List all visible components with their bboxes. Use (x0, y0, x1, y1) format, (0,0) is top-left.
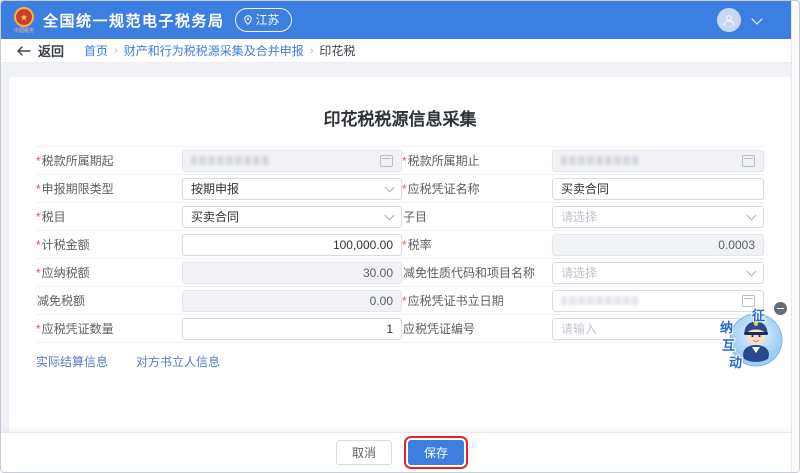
logo-caption: 中国税务 (14, 29, 34, 34)
form-card: 印花税税源信息采集 *税款所属期起 *税款所属期止 *申报期限类型 按期申报 *… (9, 77, 791, 434)
chevron-down-icon (385, 210, 395, 220)
form-row: *应税凭证数量 应税凭证编号 (36, 315, 764, 343)
breadcrumb-home[interactable]: 首页 (84, 42, 108, 59)
chevron-down-icon (747, 210, 757, 220)
tax-rate-field (552, 234, 764, 256)
field-label: 应税凭证编号 (402, 320, 552, 337)
chevron-down-icon (747, 266, 757, 276)
app-title: 全国统一规范电子税务局 (43, 10, 225, 31)
svg-text:★: ★ (20, 13, 28, 23)
field-label: *税款所属期起 (36, 152, 182, 169)
back-label: 返回 (38, 41, 64, 60)
tax-assistant-widget[interactable]: 征 纳 互 动 (715, 301, 787, 371)
field-label: *税款所属期止 (402, 152, 552, 169)
field-label: 子目 (402, 208, 552, 225)
field-label: *税率 (402, 236, 552, 253)
counterparty-info-link[interactable]: 对方书立人信息 (136, 353, 220, 370)
taxable-amount-input[interactable] (182, 234, 402, 256)
minus-icon (777, 308, 784, 310)
cancel-button[interactable]: 取消 (336, 440, 392, 465)
national-emblem-logo: ★ 中国税务 (13, 6, 35, 34)
settlement-info-link[interactable]: 实际结算信息 (36, 353, 108, 370)
field-label: *申报期限类型 (36, 180, 182, 197)
tax-period-start-field (182, 150, 402, 172)
redacted-value (561, 296, 639, 305)
person-icon (721, 12, 737, 28)
field-label: *计税金额 (36, 236, 182, 253)
save-button[interactable]: 保存 (408, 440, 464, 465)
redacted-value (561, 156, 639, 165)
redacted-value (191, 156, 269, 165)
region-label: 江苏 (256, 11, 280, 28)
form-row: *应纳税额 减免性质代码和项目名称 请选择 (36, 259, 764, 287)
section-links: 实际结算信息 对方书立人信息 (36, 353, 764, 370)
tax-item-select[interactable]: 买卖合同 (182, 206, 402, 228)
tax-period-end-field (552, 150, 764, 172)
minimize-widget-button[interactable] (774, 302, 787, 315)
vertical-scrollbar[interactable] (791, 1, 799, 472)
assistant-char: 纳 (720, 317, 733, 336)
breadcrumb-current: 印花税 (319, 42, 355, 59)
form-row: *税款所属期起 *税款所属期止 (36, 147, 764, 175)
app-window: ★ 中国税务 全国统一规范电子税务局 江苏 (0, 0, 800, 473)
tax-payable-field (182, 262, 402, 284)
field-label: 减免性质代码和项目名称 (402, 264, 552, 281)
topbar-right (717, 8, 787, 32)
calendar-icon (380, 155, 393, 167)
field-label: *应税凭证名称 (402, 180, 552, 197)
field-label: *税目 (36, 208, 182, 225)
location-pin-icon (244, 15, 252, 25)
back-button[interactable]: 返回 (17, 41, 64, 60)
breadcrumb-separator: › (310, 45, 314, 57)
calendar-icon (742, 155, 755, 167)
form-row: 减免税额 *应税凭证书立日期 (36, 287, 764, 315)
chevron-down-icon (385, 182, 395, 192)
chevron-down-icon[interactable] (751, 13, 762, 24)
assistant-char: 征 (752, 305, 765, 324)
form-row: *计税金额 *税率 (36, 231, 764, 259)
top-header-bar: ★ 中国税务 全国统一规范电子税务局 江苏 (1, 1, 799, 39)
form-row: *申报期限类型 按期申报 *应税凭证名称 (36, 175, 764, 203)
region-badge[interactable]: 江苏 (235, 8, 292, 32)
stamp-tax-form: *税款所属期起 *税款所属期止 *申报期限类型 按期申报 *应税凭证名称 *税目… (36, 146, 764, 343)
field-label: *应纳税额 (36, 264, 182, 281)
assistant-char: 动 (729, 352, 742, 371)
reduction-amount-field (182, 290, 402, 312)
arrow-left-icon (17, 46, 31, 56)
sub-nav-bar: 返回 首页 › 财产和行为税税源采集及合并申报 › 印花税 (1, 39, 799, 63)
breadcrumb: 首页 › 财产和行为税税源采集及合并申报 › 印花税 (84, 42, 355, 59)
emblem-icon: ★ (13, 6, 35, 28)
reduction-code-select[interactable]: 请选择 (552, 262, 764, 284)
field-label: *应税凭证数量 (36, 320, 182, 337)
breadcrumb-module[interactable]: 财产和行为税税源采集及合并申报 (124, 42, 304, 59)
page-title: 印花税税源信息采集 (36, 105, 764, 130)
sub-item-select[interactable]: 请选择 (552, 206, 764, 228)
form-row: *税目 买卖合同 子目 请选择 (36, 203, 764, 231)
breadcrumb-separator: › (114, 45, 118, 57)
content-area: 印花税税源信息采集 *税款所属期起 *税款所属期止 *申报期限类型 按期申报 *… (1, 63, 799, 434)
field-label: 减免税额 (36, 292, 182, 309)
user-avatar[interactable] (717, 8, 741, 32)
voucher-count-input[interactable] (182, 318, 402, 340)
taxable-voucher-name-input[interactable] (552, 178, 764, 200)
filing-term-type-select[interactable]: 按期申报 (182, 178, 402, 200)
footer-action-bar: 取消 保存 (1, 432, 799, 472)
field-label: *应税凭证书立日期 (402, 292, 552, 309)
